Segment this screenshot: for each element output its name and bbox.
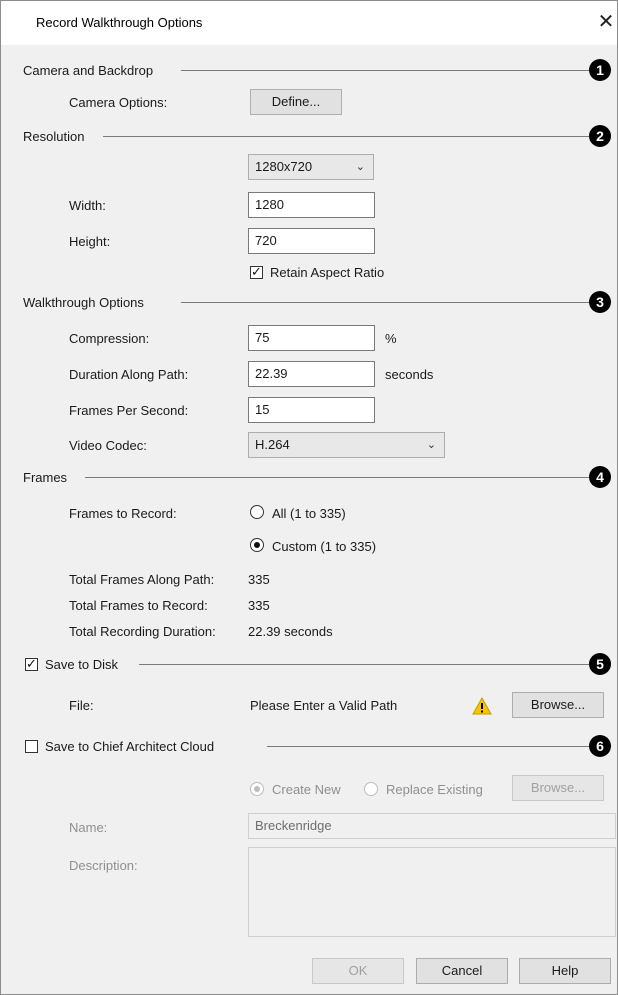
callout-badge-4: 4 (589, 466, 611, 488)
frames-custom-label: Custom (1 to 335) (272, 539, 377, 554)
retain-aspect-label: Retain Aspect Ratio (270, 265, 385, 280)
close-icon[interactable]: ✕ (593, 9, 618, 35)
total-frames-along-path-value: 335 (248, 572, 270, 587)
section-divider (267, 746, 589, 747)
dialog: Record Walkthrough Options ✕ Camera and … (0, 0, 618, 995)
camera-options-label: Camera Options: (69, 95, 168, 110)
duration-label: Duration Along Path: (69, 367, 189, 382)
file-label: File: (69, 698, 94, 713)
total-duration-value: 22.39 seconds (248, 624, 333, 639)
section-divider (181, 302, 589, 303)
file-status-text: Please Enter a Valid Path (250, 698, 398, 713)
section-title-save-disk: Save to Disk (45, 657, 118, 672)
total-frames-to-record-label: Total Frames to Record: (69, 598, 208, 613)
name-field[interactable]: Breckenridge (248, 813, 616, 839)
define-button[interactable]: Define... (250, 89, 342, 115)
width-field[interactable]: 1280 (248, 192, 375, 218)
section-title-save-cloud: Save to Chief Architect Cloud (45, 739, 215, 754)
chevron-down-icon: ⌄ (355, 161, 365, 173)
frames-to-record-label: Frames to Record: (69, 506, 177, 521)
dialog-title: Record Walkthrough Options (36, 15, 203, 30)
video-codec-value: H.264 (255, 437, 290, 452)
compression-label: Compression: (69, 331, 150, 346)
section-divider (85, 477, 589, 478)
frames-all-label: All (1 to 335) (272, 506, 346, 521)
duration-unit: seconds (385, 367, 434, 382)
chevron-down-icon: ⌄ (426, 439, 436, 451)
callout-badge-2: 2 (589, 125, 611, 147)
resolution-preset-select[interactable]: 1280x720 ⌄ (248, 154, 374, 180)
cloud-browse-button[interactable]: Browse... (512, 775, 604, 801)
callout-badge-6: 6 (589, 735, 611, 757)
section-divider (181, 70, 589, 71)
compression-field[interactable]: 75 (248, 325, 375, 351)
compression-unit: % (385, 331, 397, 346)
retain-aspect-checkbox[interactable] (250, 264, 263, 280)
callout-badge-5: 5 (589, 653, 611, 675)
create-new-label: Create New (272, 782, 341, 797)
total-frames-along-path-label: Total Frames Along Path: (69, 572, 215, 587)
callout-badge-1: 1 (589, 59, 611, 81)
height-field[interactable]: 720 (248, 228, 375, 254)
name-label: Name: (69, 820, 108, 835)
height-label: Height: (69, 234, 111, 249)
replace-existing-label: Replace Existing (386, 782, 483, 797)
section-divider (103, 136, 589, 137)
duration-field[interactable]: 22.39 (248, 361, 375, 387)
total-frames-to-record-value: 335 (248, 598, 270, 613)
section-title-resolution: Resolution (23, 129, 85, 144)
section-divider (139, 664, 589, 665)
video-codec-select[interactable]: H.264 ⌄ (248, 432, 445, 458)
title-bar: Record Walkthrough Options ✕ (1, 1, 617, 45)
callout-badge-3: 3 (589, 291, 611, 313)
frames-custom-radio[interactable] (250, 538, 264, 552)
frames-all-radio[interactable] (250, 505, 264, 519)
section-title-frames: Frames (23, 470, 68, 485)
video-codec-label: Video Codec: (69, 438, 147, 453)
total-duration-label: Total Recording Duration: (69, 624, 216, 639)
warning-icon (472, 697, 492, 715)
help-button[interactable]: Help (519, 958, 611, 984)
width-label: Width: (69, 198, 106, 213)
section-title-walkthrough: Walkthrough Options (23, 295, 144, 310)
description-label: Description: (69, 858, 138, 873)
ok-button[interactable]: OK (312, 958, 404, 984)
description-field[interactable] (248, 847, 616, 937)
cancel-button[interactable]: Cancel (416, 958, 508, 984)
save-to-cloud-checkbox[interactable] (25, 740, 38, 753)
fps-field[interactable]: 15 (248, 397, 375, 423)
replace-existing-radio[interactable] (364, 782, 378, 796)
section-title-camera: Camera and Backdrop (23, 63, 154, 78)
save-to-disk-checkbox[interactable] (25, 656, 38, 672)
resolution-preset-value: 1280x720 (255, 159, 313, 174)
fps-label: Frames Per Second: (69, 403, 189, 418)
disk-browse-button[interactable]: Browse... (512, 692, 604, 718)
create-new-radio[interactable] (250, 782, 264, 796)
